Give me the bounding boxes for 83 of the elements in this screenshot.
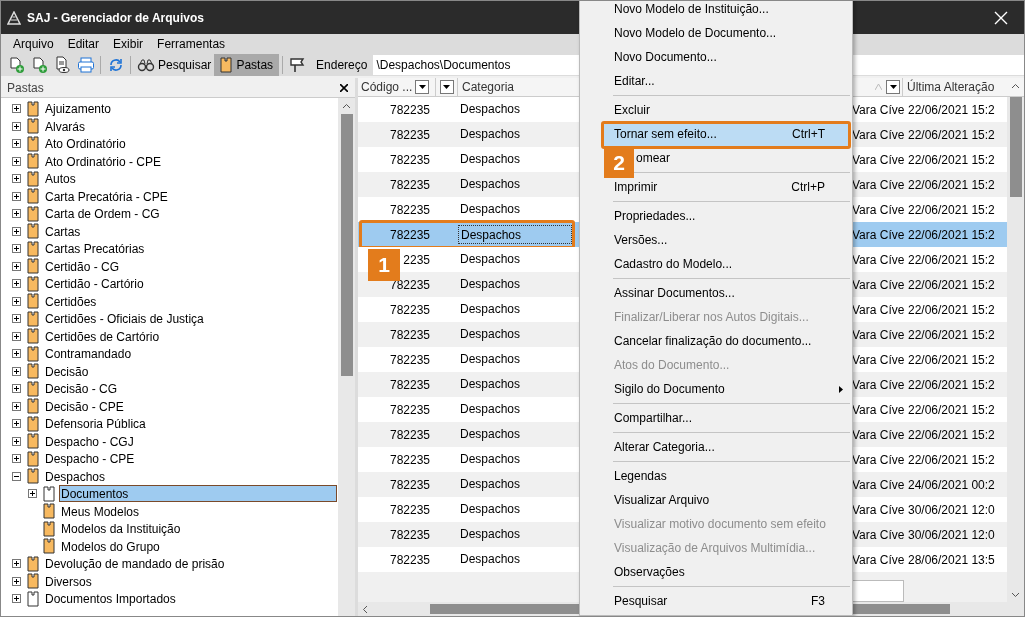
table-cell-text: Vara Cíve [852,551,905,569]
table-cell-text: 22/06/2021 15:2 [907,376,996,394]
shortcut-label: Ctrl+T [792,126,825,143]
table-cell-text: 22/06/2021 15:2 [907,151,996,169]
table-cell-text: 782235 [389,401,430,419]
table-cell-text: 782235 [389,151,430,169]
table-cell-text: 22/06/2021 15:2 [907,401,996,419]
table-cell-text: Vara Cíve [852,276,905,294]
table-cell-text: Despachos [459,526,522,543]
table-cell-text: Vara Cíve [852,126,905,144]
table-cell-text: 782235 [389,426,430,444]
table-cell-text: 782235 [389,376,430,394]
table-cell-text: Vara Cíve [852,501,905,519]
table-cell-text: 22/06/2021 15:2 [907,251,996,269]
table-cell-text: 22/06/2021 15:2 [907,301,996,319]
window-title: SAJ - Gerenciador de Arquivos [27,9,204,27]
callout-badge: 2 [604,147,634,178]
table-cell-text: Despachos [459,276,522,293]
table-cell-text: Despachos [459,551,522,568]
table-cell-text: 22/06/2021 15:2 [907,126,996,144]
table-cell-text: Vara Cíve [852,101,905,119]
table-cell-text: Vara Cíve [852,176,905,194]
address-label: Endereço [316,56,368,74]
table-cell-text: 22/06/2021 15:2 [907,326,996,344]
table-cell-text: 782235 [389,101,430,119]
table-cell-text: Vara Cíve [852,526,905,544]
shortcut-label: F3 [811,593,825,610]
table-cell-text: Despachos [459,401,522,418]
table-cell-text: 782235 [389,226,430,244]
table-cell-text: 22/06/2021 15:2 [907,351,996,369]
table-cell-text: Despachos [459,176,522,193]
table-cell-text: Despachos [459,301,522,318]
table-cell-text: 22/06/2021 15:2 [907,176,996,194]
table-cell-text: 2235 [403,251,430,269]
table-cell-text: Vara Cíve [852,476,905,494]
table-cell-text: 782235 [389,126,430,144]
table-cell-text: 782235 [389,501,430,519]
table-cell-text: 22/06/2021 15:2 [907,276,996,294]
table-cell-text: Despachos [459,376,522,393]
table-cell-text: 30/06/2021 12:0 [907,526,996,544]
table-cell-text: Despachos [459,351,522,368]
table-cell-text: 22/06/2021 15:2 [907,201,996,219]
table-cell-text: 22/06/2021 15:2 [907,101,996,119]
table-cell-text: Despachos [459,251,522,268]
table-cell-text: Vara Cíve [852,151,905,169]
table-cell-text: Vara Cíve [852,251,905,269]
table-cell-text: 22/06/2021 15:2 [907,426,996,444]
table-cell-text: 28/06/2021 13:5 [907,551,996,569]
table-cell-text: Vara Cíve [852,326,905,344]
table-cell-text: Vara Cíve [852,376,905,394]
table-cell-text: Despachos [459,501,522,518]
table-cell-text: Vara Cíve [852,351,905,369]
table-cell-text: 782235 [389,476,430,494]
table-cell-text: Despachos [459,426,522,443]
shortcut-label: Ctrl+P [791,179,825,196]
table-cell-text: Vara Cíve [852,401,905,419]
table-cell-text: 22/06/2021 15:2 [907,226,996,244]
table-cell-text: 22/06/2021 15:2 [907,451,996,469]
table-cell-text: Vara Cíve [852,226,905,244]
table-cell-text: 782235 [389,326,430,344]
table-cell-text: Despachos [459,126,522,143]
table-cell-text: 782235 [389,526,430,544]
table-cell-text: Despachos [459,476,522,493]
table-cell-text: 782235 [389,301,430,319]
table-cell-text: 24/06/2021 00:2 [907,476,996,494]
table-cell-text: 782235 [389,551,430,569]
table-cell-text: Despachos [459,201,522,218]
table-cell-text: Vara Cíve [852,201,905,219]
table-cell: Despachos [458,225,572,244]
table-cell-text: Despachos [459,451,522,468]
table-cell-text: Vara Cíve [852,426,905,444]
table-cell-text: 782235 [389,201,430,219]
table-cell-text: Vara Cíve [852,301,905,319]
table-cell-text: Despachos [459,326,522,343]
table-cell-text: Despachos [459,151,522,168]
callout-badge: 1 [368,249,400,281]
table-cell-text: Despachos [459,101,522,118]
panel-title: Pastas [7,79,45,97]
table-cell-text: Vara Cíve [852,451,905,469]
table-cell-text: 782235 [389,176,430,194]
table-cell-text: 782235 [389,351,430,369]
table-cell-text: 782235 [389,451,430,469]
table-cell-text: 30/06/2021 12:0 [907,501,996,519]
